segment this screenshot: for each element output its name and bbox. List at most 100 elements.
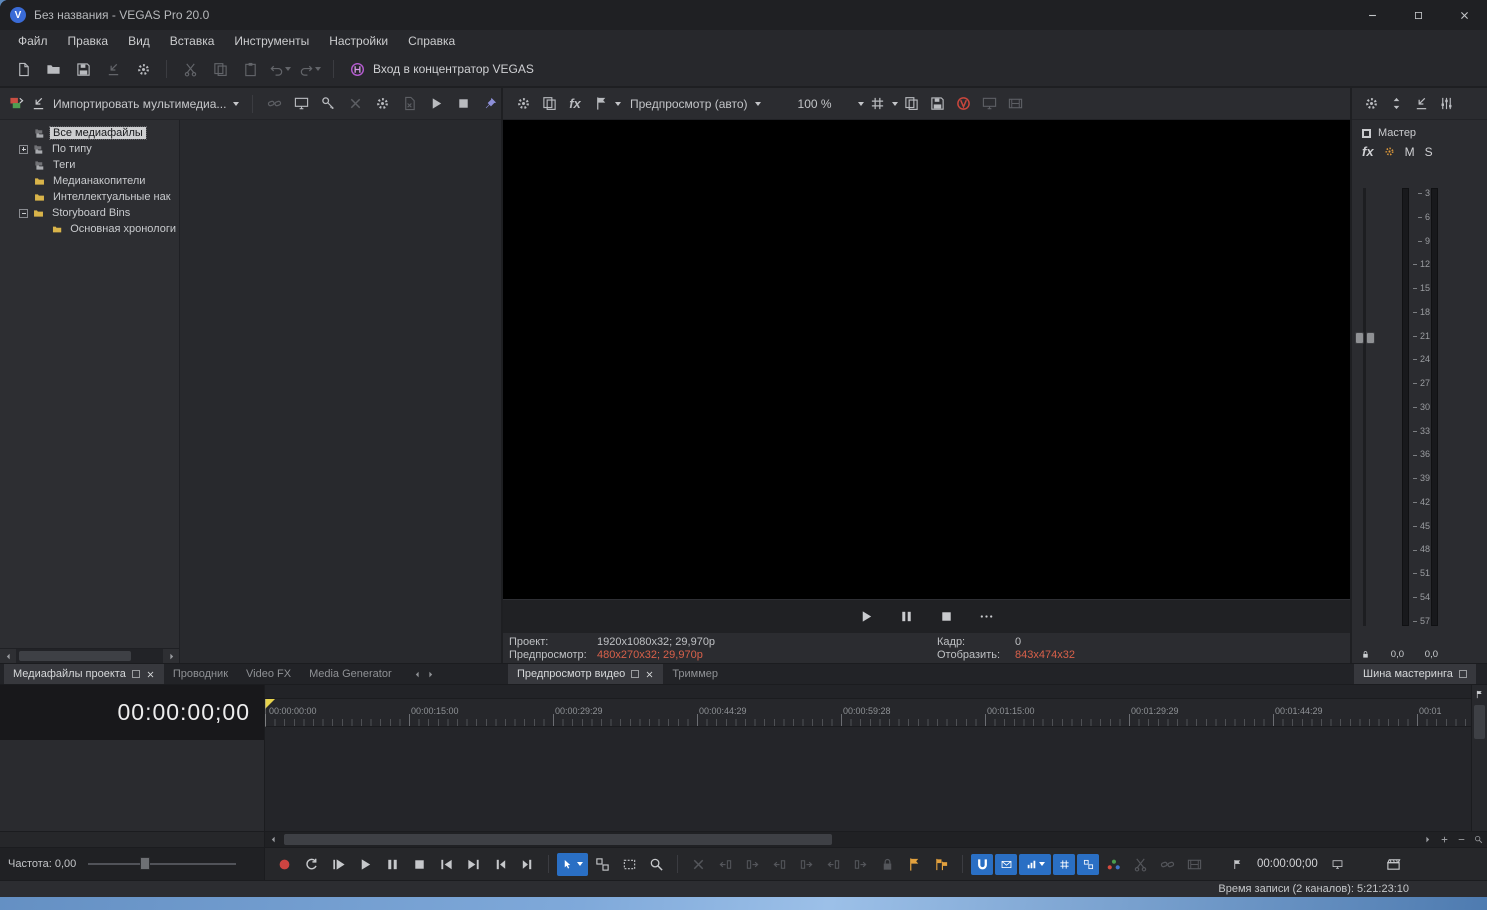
menu-view[interactable]: Вид xyxy=(118,32,160,50)
tree-item-all-media[interactable]: Все медиафайлы xyxy=(0,125,179,141)
tree-item-main-timeline[interactable]: Основная хронологи xyxy=(0,221,179,237)
vegas-capture-button[interactable] xyxy=(952,92,976,116)
stop-button[interactable] xyxy=(407,852,432,876)
cursor-timecode-display[interactable]: 00:00:00;00 xyxy=(1257,858,1318,870)
go-to-start-button[interactable] xyxy=(434,852,459,876)
preview-play-button[interactable] xyxy=(855,605,879,629)
envelope-edit-tool-button[interactable] xyxy=(590,852,615,876)
tree-item-by-type[interactable]: По типу xyxy=(0,141,179,157)
preview-settings-button[interactable] xyxy=(511,92,535,116)
scroll-right-icon[interactable] xyxy=(163,649,179,663)
slip-right-button[interactable] xyxy=(794,852,819,876)
master-mute-button[interactable]: M xyxy=(1405,145,1415,159)
copy-snapshot-button[interactable] xyxy=(537,92,561,116)
rate-slider-handle[interactable] xyxy=(140,857,150,870)
undock-icon[interactable] xyxy=(132,670,140,678)
marker-tool-button[interactable] xyxy=(1472,685,1487,703)
tab-scroll-right-icon[interactable] xyxy=(426,670,435,679)
preview-media-play-button[interactable] xyxy=(424,92,448,116)
render-as-button[interactable] xyxy=(100,56,126,82)
dim-output-button[interactable] xyxy=(1414,96,1429,111)
pause-button[interactable] xyxy=(380,852,405,876)
copy-frame-button[interactable] xyxy=(900,92,924,116)
video-output-fx-button[interactable]: fx xyxy=(563,92,587,116)
external-monitor-button[interactable] xyxy=(1386,848,1401,880)
close-button[interactable] xyxy=(1441,0,1487,30)
menu-tools[interactable]: Инструменты xyxy=(224,32,319,50)
preview-stop-button[interactable] xyxy=(935,605,959,629)
scroll-right-icon[interactable] xyxy=(1419,832,1436,847)
split-event-button[interactable] xyxy=(1128,852,1153,876)
scrollbar-thumb[interactable] xyxy=(1474,705,1485,739)
tab-scroll-left-icon[interactable] xyxy=(413,670,422,679)
media-files-list[interactable] xyxy=(180,120,501,663)
remove-media-button[interactable] xyxy=(343,92,367,116)
menu-options[interactable]: Настройки xyxy=(319,32,398,50)
meter-options-button[interactable] xyxy=(1439,96,1454,111)
menu-file[interactable]: Файл xyxy=(8,32,58,50)
save-snapshot-button[interactable] xyxy=(926,92,950,116)
downmix-output-button[interactable] xyxy=(1389,96,1404,111)
collapse-icon[interactable] xyxy=(19,209,28,218)
menu-edit[interactable]: Правка xyxy=(58,32,119,50)
slide-left-button[interactable] xyxy=(821,852,846,876)
project-properties-button[interactable] xyxy=(130,56,156,82)
media-properties-button[interactable] xyxy=(370,92,394,116)
menu-insert[interactable]: Вставка xyxy=(160,32,225,50)
undo-button[interactable] xyxy=(267,56,293,82)
paste-button[interactable] xyxy=(237,56,263,82)
grid-overlay-button[interactable] xyxy=(866,92,890,116)
marker-bar[interactable] xyxy=(265,685,1471,699)
tab-mastering-bus[interactable]: Шина мастеринга xyxy=(1354,664,1476,684)
rate-slider[interactable] xyxy=(88,857,256,871)
insert-region-button[interactable] xyxy=(929,852,954,876)
timeline-ruler[interactable]: 00:00:00:00 00:00:15:00 00:00:29:29 00:0… xyxy=(265,699,1471,727)
tab-project-media[interactable]: Медиафайлы проекта xyxy=(4,664,164,684)
previous-frame-button[interactable] xyxy=(488,852,513,876)
record-button[interactable] xyxy=(272,852,297,876)
scroll-left-icon[interactable] xyxy=(265,832,282,847)
playhead-marker[interactable] xyxy=(265,699,275,709)
master-properties-button[interactable] xyxy=(1364,96,1379,111)
tree-item-media-drives[interactable]: Медианакопители xyxy=(0,173,179,189)
scrollbar-track[interactable] xyxy=(16,649,163,663)
search-media-button[interactable] xyxy=(316,92,340,116)
video-preview-screen[interactable] xyxy=(503,120,1350,599)
zoom-dropdown-icon[interactable] xyxy=(858,102,864,106)
video-scopes-button[interactable] xyxy=(1004,92,1028,116)
chevron-down-icon[interactable] xyxy=(892,102,898,106)
master-fx-button[interactable]: fx xyxy=(1362,144,1374,159)
track-list-area[interactable] xyxy=(0,740,264,831)
insert-marker-button[interactable] xyxy=(902,852,927,876)
master-fader-track[interactable] xyxy=(1363,188,1366,626)
normal-edit-tool-button[interactable] xyxy=(557,853,588,876)
cut-button[interactable] xyxy=(177,56,203,82)
timeline-horizontal-scrollbar[interactable] xyxy=(282,832,1419,847)
lock-event-button[interactable] xyxy=(875,852,900,876)
track-lanes-area[interactable] xyxy=(265,727,1471,831)
tree-item-storyboard-bins[interactable]: Storyboard Bins xyxy=(0,205,179,221)
lock-fader-icon[interactable] xyxy=(1361,650,1370,659)
tab-video-preview[interactable]: Предпросмотр видео xyxy=(508,664,663,684)
tree-item-tags[interactable]: Теги xyxy=(0,157,179,173)
enable-snapping-button[interactable] xyxy=(971,854,993,875)
go-to-end-button[interactable] xyxy=(461,852,486,876)
preview-quality-dropdown[interactable]: Предпросмотр (авто) xyxy=(623,97,768,111)
zoom-edit-tool-button[interactable] xyxy=(644,852,669,876)
capture-video-button[interactable] xyxy=(289,92,313,116)
master-automation-button[interactable] xyxy=(1384,146,1395,157)
play-button[interactable] xyxy=(353,852,378,876)
zoom-in-timeline-button[interactable] xyxy=(1436,832,1453,847)
tree-item-smart-bins[interactable]: Интеллектуальные нак xyxy=(0,189,179,205)
selection-edit-tool-button[interactable] xyxy=(617,852,642,876)
preview-media-stop-button[interactable] xyxy=(451,92,475,116)
close-icon[interactable] xyxy=(146,670,155,679)
tab-explorer[interactable]: Проводник xyxy=(164,664,237,684)
scrollbar-thumb[interactable] xyxy=(19,651,131,661)
trim-end-button[interactable] xyxy=(740,852,765,876)
vegas-hub-button[interactable]: Вход в концентратор VEGAS xyxy=(350,62,534,77)
event-detection-button[interactable] xyxy=(1101,852,1126,876)
preview-overlay-button[interactable] xyxy=(589,92,613,116)
delete-event-button[interactable] xyxy=(686,852,711,876)
import-media-button[interactable]: Импортировать мультимедиа... xyxy=(5,96,243,111)
